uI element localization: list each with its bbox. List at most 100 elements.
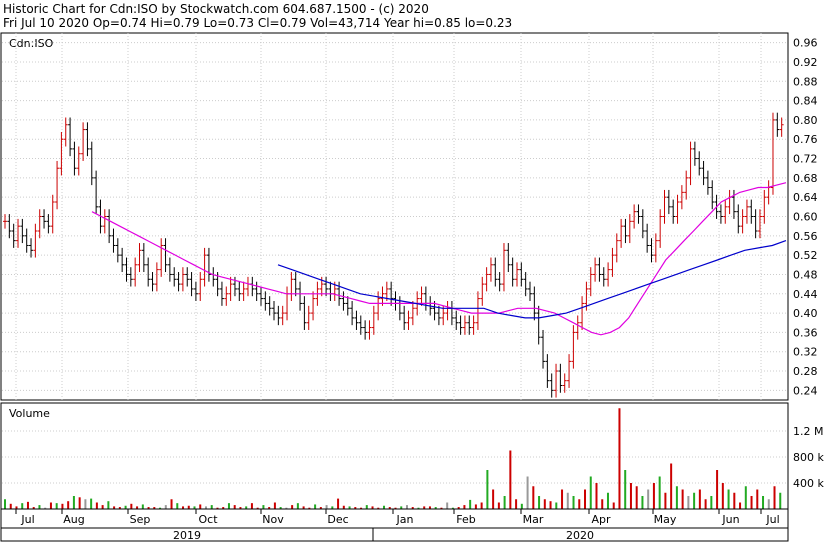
- volume-bar: [532, 486, 535, 509]
- volume-tick-label: 800 k: [793, 451, 824, 464]
- month-label: Oct: [198, 513, 218, 526]
- volume-bar: [164, 505, 167, 509]
- volume-bar: [26, 501, 29, 509]
- volume-bar: [497, 502, 500, 509]
- volume-bar: [779, 492, 782, 509]
- volume-bar: [601, 499, 604, 509]
- volume-bar: [727, 489, 730, 509]
- volume-tick-label: 400 k: [793, 477, 824, 490]
- volume-bar: [325, 505, 328, 509]
- volume-bar: [520, 503, 523, 509]
- volume-bar: [446, 502, 449, 509]
- price-tick-label: 0.44: [793, 288, 818, 301]
- volume-bar: [641, 496, 644, 509]
- volume-bar: [503, 496, 506, 509]
- stock-chart: Cdn:ISO 0.960.920.880.840.800.760.720.68…: [0, 32, 824, 542]
- volume-bar: [658, 476, 661, 509]
- volume-bar: [647, 489, 650, 509]
- month-label: Sep: [130, 513, 151, 526]
- volume-bar: [4, 499, 6, 509]
- volume-bar: [210, 505, 213, 509]
- price-tick-label: 0.36: [793, 326, 818, 339]
- price-tick-label: 0.76: [793, 133, 818, 146]
- volume-bar: [635, 486, 638, 509]
- volume-bar: [624, 470, 627, 509]
- volume-bar: [480, 502, 483, 509]
- volume-bar: [693, 492, 696, 509]
- price-tick-label: 0.88: [793, 75, 818, 88]
- volume-bar: [130, 503, 133, 509]
- volume-bar: [606, 492, 609, 509]
- price-tick-label: 0.96: [793, 37, 818, 50]
- volume-bar: [652, 483, 655, 509]
- price-grid: [2, 33, 787, 400]
- price-tick-label: 0.84: [793, 95, 818, 108]
- month-axis: Jul Aug Sep Oct Nov Dec Jan Feb Mar Apr May Jun Jul: [15, 509, 780, 526]
- price-tick-label: 0.80: [793, 114, 818, 127]
- volume-bar: [716, 470, 719, 509]
- month-label: Jul: [765, 513, 779, 526]
- volume-bar: [526, 476, 529, 509]
- volume-bars: [4, 408, 782, 509]
- volume-bar: [543, 499, 546, 509]
- volume-grid: [2, 430, 787, 484]
- month-label: May: [654, 513, 677, 526]
- volume-y-ticks: 1.2 M 800 k 400 k: [793, 425, 824, 490]
- volume-bar: [612, 502, 615, 509]
- volume-bar: [629, 483, 632, 509]
- price-tick-label: 0.72: [793, 153, 818, 166]
- volume-bar: [664, 492, 667, 509]
- month-label: Mar: [523, 513, 544, 526]
- volume-bar: [365, 505, 368, 509]
- month-label: Nov: [262, 513, 284, 526]
- month-label: Dec: [327, 513, 348, 526]
- volume-bar: [262, 505, 265, 509]
- volume-bar: [515, 499, 518, 509]
- volume-bar: [9, 503, 12, 509]
- price-tick-label: 0.40: [793, 307, 818, 320]
- volume-bar: [314, 504, 317, 509]
- volume-bar: [72, 496, 75, 509]
- price-y-ticks: 0.96 0.92 0.88 0.84 0.80 0.76 0.72 0.68 0.64 0.60…: [793, 37, 818, 398]
- volume-bar: [578, 499, 581, 509]
- volume-bar: [49, 502, 52, 509]
- volume-bar: [486, 470, 489, 509]
- year-label-2019: 2019: [173, 529, 201, 542]
- year-axis-frame: [0, 527, 789, 542]
- volume-bar: [566, 492, 569, 509]
- volume-bar: [199, 504, 202, 509]
- volume-bar: [675, 486, 678, 509]
- volume-bar: [739, 502, 742, 509]
- volume-bar: [589, 476, 592, 509]
- volume-bar: [549, 501, 552, 509]
- volume-bar: [721, 483, 724, 509]
- volume-bar: [233, 505, 236, 509]
- volume-bar: [687, 496, 690, 509]
- volume-bar: [273, 502, 276, 509]
- price-tick-label: 0.48: [793, 268, 818, 281]
- volume-bar: [762, 496, 765, 509]
- volume-bar: [170, 499, 173, 509]
- month-label: Jan: [396, 513, 414, 526]
- volume-bar: [227, 503, 230, 509]
- ma-long-line: [277, 240, 787, 319]
- volume-bar: [250, 503, 253, 509]
- volume-bar: [681, 489, 684, 509]
- volume-bar: [492, 489, 495, 509]
- volume-bar: [572, 496, 575, 509]
- month-label: Jun: [721, 513, 739, 526]
- volume-bar: [756, 489, 759, 509]
- price-tick-label: 0.68: [793, 172, 818, 185]
- volume-bar: [90, 498, 93, 509]
- volume-bar: [561, 489, 564, 509]
- volume-bar: [618, 408, 621, 509]
- volume-bar: [698, 489, 701, 509]
- price-tick-label: 0.64: [793, 191, 818, 204]
- volume-bar: [555, 502, 558, 509]
- volume-bar: [405, 505, 408, 509]
- month-label: Feb: [456, 513, 475, 526]
- volume-bar: [773, 486, 776, 509]
- volume-bar: [95, 502, 98, 509]
- volume-bar: [509, 450, 512, 509]
- volume-bar: [463, 505, 466, 509]
